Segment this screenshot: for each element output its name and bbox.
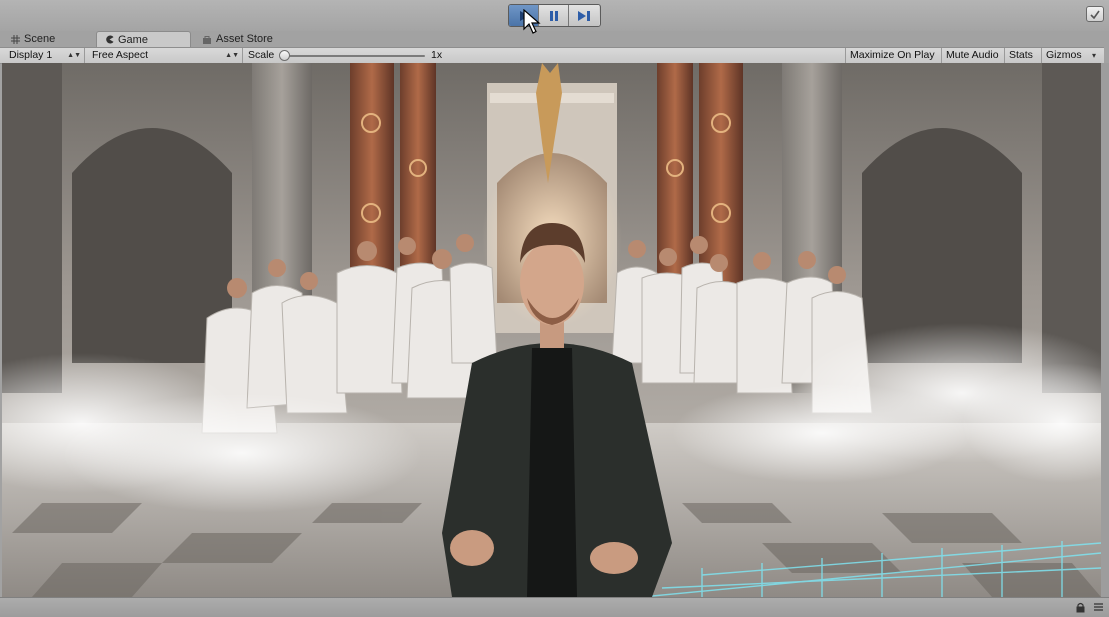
aspect-dropdown-label: Free Aspect <box>92 49 149 61</box>
maximize-on-play-toggle[interactable]: Maximize On Play <box>845 48 941 63</box>
game-render <box>2 63 1101 597</box>
game-viewport[interactable] <box>2 63 1101 597</box>
context-menu-icon[interactable] <box>1094 603 1103 611</box>
dropdown-arrow-icon: ▾ <box>1091 51 1096 60</box>
scale-slider-track[interactable] <box>284 55 425 57</box>
dropdown-arrows-icon: ▲▼ <box>67 52 81 59</box>
tab-game[interactable]: Game <box>96 31 191 47</box>
play-toolbar <box>0 0 1109 31</box>
status-bar <box>0 597 1109 617</box>
game-view-toolbar: Display 1 ▲▼ Free Aspect ▲▼ Scale 1x Max… <box>0 47 1104 64</box>
lock-icon[interactable] <box>1076 602 1085 613</box>
pause-button[interactable] <box>539 5 569 26</box>
aspect-dropdown[interactable]: Free Aspect ▲▼ <box>88 48 243 63</box>
tab-asset-store-label: Asset Store <box>216 33 273 45</box>
asset-store-icon <box>203 35 211 44</box>
game-pacman-icon <box>106 35 114 44</box>
gizmos-label: Gizmos <box>1046 49 1082 61</box>
pause-icon <box>549 10 558 21</box>
stats-label: Stats <box>1009 49 1033 61</box>
tab-scene-label: Scene <box>24 33 56 45</box>
gizmos-dropdown[interactable]: Gizmos ▾ <box>1041 48 1099 63</box>
tab-scene[interactable]: Scene <box>3 31 93 47</box>
mute-audio-label: Mute Audio <box>946 49 999 61</box>
checkmark-icon <box>1090 10 1100 19</box>
display-dropdown-label: Display 1 <box>9 49 53 61</box>
window-tabs: Scene Game Asset Store <box>0 31 1109 47</box>
step-button[interactable] <box>569 5 599 26</box>
stats-toggle[interactable]: Stats <box>1004 48 1041 63</box>
mouse-cursor-icon <box>523 9 541 34</box>
display-dropdown[interactable]: Display 1 ▲▼ <box>5 48 85 63</box>
right-scroll-strip <box>1101 63 1109 597</box>
mute-audio-toggle[interactable]: Mute Audio <box>941 48 1004 63</box>
maximize-on-play-label: Maximize On Play <box>850 49 935 61</box>
dropdown-arrows-icon: ▲▼ <box>225 52 239 59</box>
scene-grid-icon <box>11 34 20 44</box>
scale-value: 1x <box>431 49 443 61</box>
scale-slider-thumb[interactable] <box>279 50 290 61</box>
scale-label: Scale <box>248 49 275 61</box>
play-controls <box>508 4 601 27</box>
tab-game-label: Game <box>118 33 148 46</box>
collab-checkbox[interactable] <box>1086 6 1104 22</box>
step-icon <box>578 10 590 21</box>
tab-asset-store[interactable]: Asset Store <box>194 31 294 47</box>
